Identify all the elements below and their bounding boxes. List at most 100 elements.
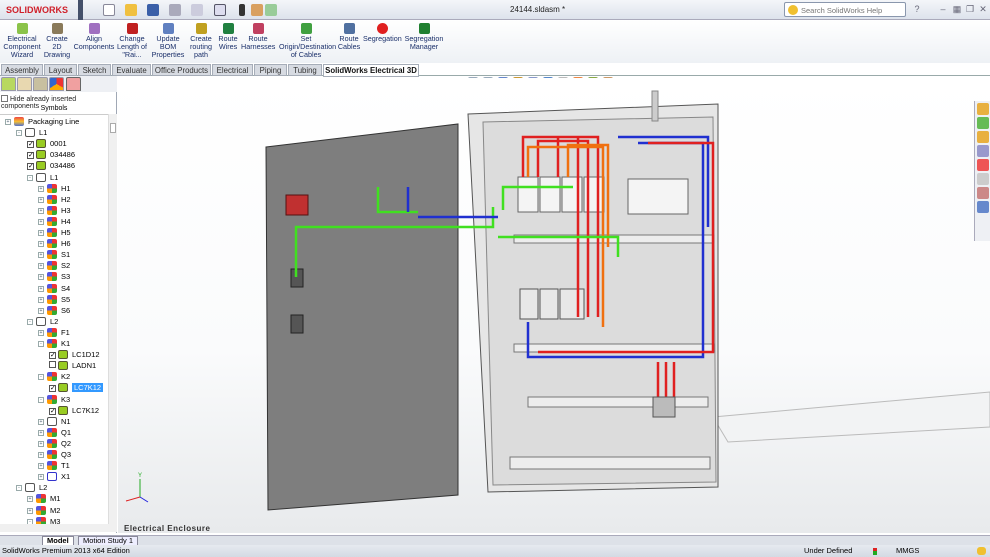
tree-node[interactable]: + X1 [38,471,70,482]
tree-node[interactable]: + S6 [38,305,70,316]
help-icon[interactable]: ? [912,4,922,14]
expand-toggle-icon[interactable]: + [27,507,33,514]
route-harnesses-button[interactable]: Route Harnesses [241,23,275,51]
checkbox[interactable]: ✓ [49,385,56,393]
expand-toggle-icon[interactable]: - [38,396,44,403]
expand-toggle-icon[interactable]: - [16,485,22,492]
checkbox[interactable]: ✓ [49,352,56,360]
expand-toggle-icon[interactable]: - [27,174,33,181]
tab-sketch[interactable]: Sketch [78,64,111,76]
tree-node[interactable]: + S1 [38,249,70,260]
change-length-button[interactable]: Change Length of "Rai... [117,23,147,59]
menu-expand-arrow[interactable] [78,0,83,20]
expand-toggle-icon[interactable]: + [38,185,44,192]
checkbox[interactable]: ✓ [27,141,34,149]
custom-properties-tab[interactable] [977,173,989,185]
tab-piping[interactable]: Piping [254,64,287,76]
design-library-tab[interactable] [977,117,989,129]
tree-node[interactable]: - M3 [27,516,60,524]
tree-node[interactable]: + M2 [27,505,60,516]
tree-node[interactable]: + H4 [38,216,71,227]
expand-toggle-icon[interactable]: + [38,329,44,336]
tree-node[interactable]: + M1 [27,493,60,504]
print-icon[interactable] [169,4,181,16]
expand-toggle-icon[interactable]: + [38,296,44,303]
expand-toggle-icon[interactable]: + [38,307,44,314]
tree-node[interactable]: + Q1 [38,427,71,438]
checkbox[interactable] [1,95,8,102]
route-cables-button[interactable]: Route Cables [337,23,361,51]
align-components-button[interactable]: Align Components [73,23,115,51]
tree-node[interactable]: + Q2 [38,438,71,449]
tree-node[interactable]: + H3 [38,205,71,216]
expand-toggle-icon[interactable]: + [27,496,33,503]
solidworks-logo[interactable]: SOLIDWORKS [2,2,78,18]
expand-toggle-icon[interactable]: - [16,130,22,137]
rebuild-icon[interactable] [239,4,245,16]
tree-node[interactable]: + H5 [38,227,71,238]
tree-node[interactable]: + H1 [38,183,71,194]
expand-toggle-icon[interactable]: + [38,452,44,458]
tab-evaluate[interactable]: Evaluate [112,64,151,76]
select-icon[interactable] [214,4,226,16]
expand-toggle-icon[interactable]: + [38,241,44,248]
tree-node[interactable]: + H6 [38,238,71,249]
file-explorer-tab[interactable] [977,131,989,143]
expand-toggle-icon[interactable]: + [38,474,44,481]
tab-tubing[interactable]: Tubing [288,64,322,76]
file-properties-icon[interactable] [251,4,263,16]
electrical-3d-tab[interactable] [977,201,989,213]
tree-node[interactable]: - L2 [27,316,58,327]
create-2d-drawing-button[interactable]: Create 2D Drawing [43,23,71,59]
expand-toggle-icon[interactable]: + [38,418,44,425]
checkbox[interactable] [49,361,56,369]
view-palette-tab[interactable] [977,145,989,157]
tree-node[interactable]: - K2 [38,371,70,382]
expand-toggle-icon[interactable]: + [38,429,44,436]
tree-node[interactable]: - L2 [16,482,47,493]
open-icon[interactable] [125,4,137,16]
expand-toggle-icon[interactable]: + [38,263,44,270]
minimize-icon[interactable]: – [938,4,948,14]
tree-node[interactable]: + N1 [38,416,71,427]
electrical-symbols-tab[interactable] [66,77,81,91]
tree-node[interactable]: ✓ 034486 [27,160,75,171]
tree-node[interactable]: + S5 [38,294,70,305]
expand-toggle-icon[interactable]: + [38,440,44,447]
tab-layout[interactable]: Layout [44,64,77,76]
expand-toggle-icon[interactable]: + [38,252,44,259]
route-wires-button[interactable]: Route Wires [216,23,240,51]
expand-toggle-icon[interactable]: + [38,196,44,203]
electrical-component-wizard-button[interactable]: Electrical Component Wizard [3,23,41,59]
tree-node[interactable]: ✓ LC7K12 [49,382,104,393]
tree-node[interactable]: + H2 [38,194,71,205]
set-origin-destination-button[interactable]: Set Origin/Destination of Cables [279,23,336,59]
configuration-manager-tab[interactable] [33,77,48,91]
expand-toggle-icon[interactable]: + [38,230,44,236]
feature-manager-tab[interactable] [1,77,16,91]
tab-assembly[interactable]: Assembly [1,64,43,76]
tree-node[interactable]: LADN1 [49,360,96,371]
tree-node[interactable]: + S2 [38,260,70,271]
tab-solidworks-electrical-3d[interactable]: SolidWorks Electrical 3D [323,64,419,77]
restore-icon[interactable]: ❐ [965,4,975,14]
tree-node[interactable]: + F1 [38,327,70,338]
enclosure-3d-model[interactable]: Y [118,77,990,533]
tree-node[interactable]: ✓ LC7K12 [49,405,99,416]
expand-toggle-icon[interactable]: + [38,218,44,225]
tab-electrical[interactable]: Electrical [212,64,253,76]
save-icon[interactable] [147,4,159,16]
tree-node[interactable]: - K1 [38,338,70,349]
tree-node[interactable]: - K3 [38,394,70,405]
resources-tab[interactable] [977,103,989,115]
tree-node[interactable]: + Q3 [38,449,71,460]
tree-node[interactable]: + S3 [38,271,70,282]
tab-office-products[interactable]: Office Products [152,64,211,76]
expand-toggle-icon[interactable]: + [5,119,11,125]
checkbox[interactable]: ✓ [27,163,34,171]
expand-toggle-icon[interactable]: + [38,274,44,281]
tree-vertical-scrollbar[interactable] [108,114,117,524]
graphics-area[interactable]: Y Electrical Enclosure [118,77,990,533]
scroll-thumb[interactable] [110,123,116,133]
units-selector[interactable]: MMGS [896,545,919,557]
